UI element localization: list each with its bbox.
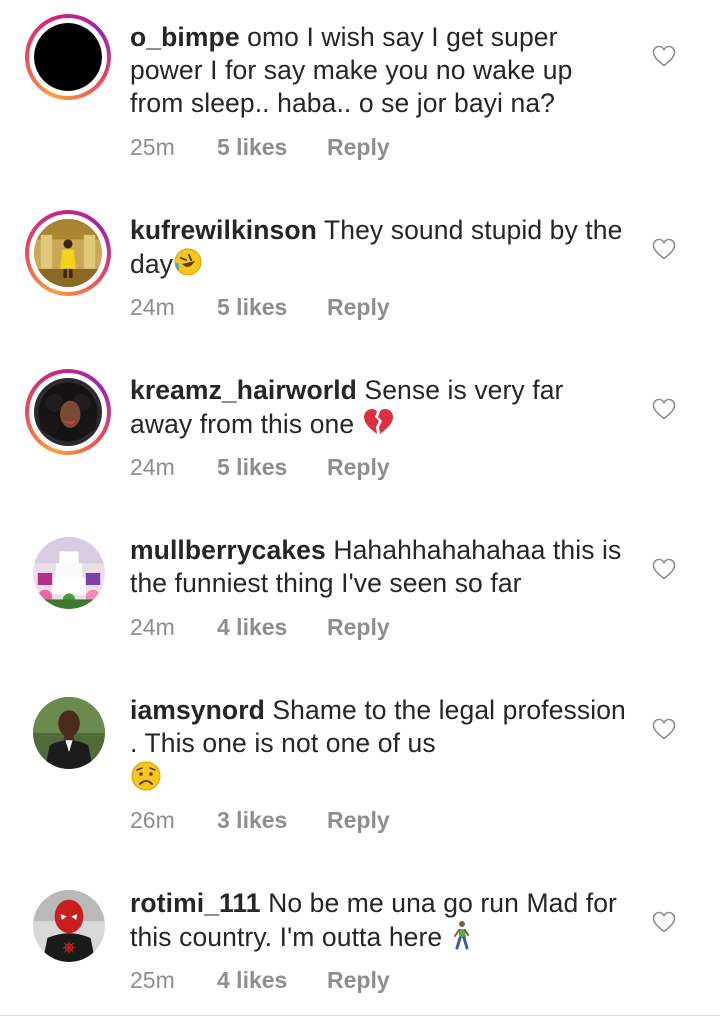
heart-icon[interactable] [652,911,676,933]
heart-icon[interactable] [652,558,676,580]
comment-text: kufrewilkinson They sound stupid by the … [130,214,630,281]
comment-text: o_bimpe omo I wish say I get super power… [130,21,630,120]
comment-time: 25m [130,967,175,993]
divider [0,1015,720,1016]
reply-button[interactable]: Reply [327,293,390,321]
reply-button[interactable]: Reply [327,966,390,994]
comment-username[interactable]: o_bimpe [130,22,240,52]
avatar[interactable] [33,537,105,609]
comment-username[interactable]: mullberrycakes [130,535,326,565]
comment-time: 24m [130,454,175,480]
comment-time: 24m [130,294,175,320]
comment-text: rotimi_111 No be me una go run Mad for t… [130,887,630,954]
comment-text: mullberrycakes Hahahhahahahaa this is th… [130,534,630,600]
comment-username[interactable]: kufrewilkinson [130,215,317,245]
comment-text: iamsynord Shame to the legal profession … [130,694,630,796]
heart-icon[interactable] [652,238,676,260]
wedding-cake-avatar-image [33,537,105,609]
heart-icon[interactable] [652,718,676,740]
reply-button[interactable]: Reply [327,453,390,481]
comment-username[interactable]: iamsynord [130,695,265,725]
comment-likes[interactable]: 5 likes [217,453,287,481]
comment-time: 24m [130,614,175,640]
comment-likes[interactable]: 5 likes [217,133,287,161]
avatar[interactable] [33,890,105,962]
broken-heart-emoji-icon [363,409,393,434]
sad-face-emoji-icon [131,761,161,791]
comment-likes[interactable]: 4 likes [217,966,287,994]
comment-time: 25m [130,134,175,160]
reply-button[interactable]: Reply [327,613,390,641]
comment-likes[interactable]: 5 likes [217,293,287,321]
spiderman-mask-avatar-image [33,890,105,962]
comment-time: 26m [130,807,175,833]
person-in-gold-room-avatar-image [34,219,102,287]
avatar[interactable] [25,210,111,296]
woman-curly-hair-avatar-image [34,378,102,446]
avatar[interactable] [25,14,111,100]
heart-icon[interactable] [652,398,676,420]
person-walking-emoji-icon [453,921,469,950]
reply-button[interactable]: Reply [327,133,390,161]
comment-username[interactable]: kreamz_hairworld [130,375,357,405]
avatar[interactable] [33,697,105,769]
heart-icon[interactable] [652,45,676,67]
comment-username[interactable]: rotimi_111 [130,888,261,918]
comment-likes[interactable]: 4 likes [217,613,287,641]
man-in-suit-avatar-image [33,697,105,769]
avatar[interactable] [25,369,111,455]
rofl-emoji-icon [174,248,202,276]
comment-text: kreamz_hairworld Sense is very far away … [130,374,630,441]
comment-likes[interactable]: 3 likes [217,806,287,834]
reply-button[interactable]: Reply [327,806,390,834]
black-circle-avatar-image [34,23,102,91]
